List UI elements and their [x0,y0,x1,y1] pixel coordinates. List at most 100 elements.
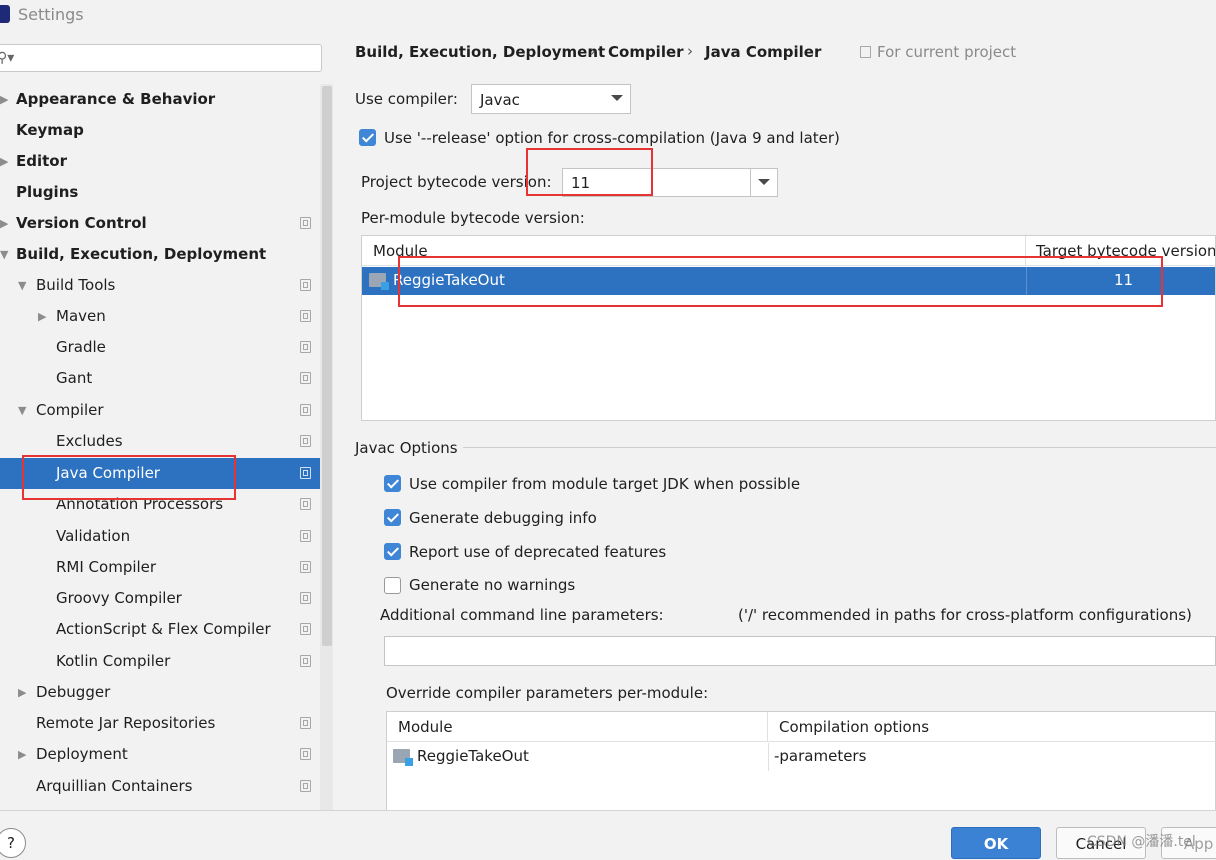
generate-no-warnings-label: Generate no warnings [409,576,576,594]
tree-item-kotlin-compiler[interactable]: Kotlin Compiler [0,646,320,677]
chevron-right-icon[interactable]: ▶ [0,208,8,239]
project-scope-icon [300,655,311,667]
table-row[interactable]: ReggieTakeOut -parameters [387,743,1215,771]
chevron-down-icon [611,95,623,101]
tree-item-deployment[interactable]: ▶ Deployment [0,739,320,770]
chevron-right-icon[interactable]: ▶ [18,677,26,708]
tree-item-remote-jar-repositories[interactable]: Remote Jar Repositories [0,708,320,739]
tree-item-gradle[interactable]: Gradle [0,332,320,363]
tree-item-build-tools[interactable]: ▼ Build Tools [0,270,320,301]
module-name: ReggieTakeOut [417,747,529,765]
project-bytecode-label: Project bytecode version: [361,173,552,191]
project-scope-icon [300,435,311,447]
ok-button[interactable]: OK [951,827,1041,859]
tree-item-build-execution-deployment[interactable]: ▼ Build, Execution, Deployment [0,239,320,270]
override-table: Module Compilation options ReggieTakeOut… [386,711,1216,811]
tree-item-groovy-compiler[interactable]: Groovy Compiler [0,583,320,614]
chevron-right-icon[interactable]: ▶ [18,739,26,770]
additional-params-input[interactable] [384,636,1216,666]
report-deprecated-label: Report use of deprecated features [409,543,667,561]
highlight-box-project-bytecode [526,148,653,196]
search-input[interactable]: ⚲▾ [0,44,322,72]
chevron-down-icon[interactable]: ▼ [0,239,8,270]
chevron-down-icon[interactable]: ▼ [18,270,26,301]
highlight-box-java-compiler [22,455,236,500]
project-scope-icon [300,748,311,760]
use-compiler-value: Javac [480,91,520,109]
report-deprecated-checkbox[interactable] [384,543,401,560]
sidebar-scrollbar-thumb[interactable] [322,86,332,646]
chevron-right-icon[interactable]: ▶ [38,301,46,332]
watermark: CSDN @潘潘.tel [1087,834,1196,850]
combo-divider [750,169,751,196]
tree-item-rmi-compiler[interactable]: RMI Compiler [0,552,320,583]
section-separator [463,447,1216,448]
app-logo-icon [0,5,10,23]
tree-item-validation[interactable]: Validation [0,521,320,552]
project-scope-icon [300,279,311,291]
column-header-module[interactable]: Module [387,712,768,742]
tree-item-appearance-behavior[interactable]: ▶ Appearance & Behavior [0,84,320,115]
window-title: Settings [18,5,84,24]
project-scope-icon [300,561,311,573]
module-compilation-options[interactable]: -parameters [774,747,866,765]
project-scope-icon [300,310,311,322]
generate-no-warnings-checkbox[interactable] [384,577,401,594]
settings-tree: ▶ Appearance & Behavior Keymap ▶ Editor … [0,84,320,810]
tree-item-actionscript-flex-compiler[interactable]: ActionScript & Flex Compiler [0,614,320,645]
chevron-down-icon[interactable]: ▼ [18,395,26,426]
additional-params-hint: ('/' recommended in paths for cross-plat… [738,606,1192,624]
additional-params-label: Additional command line parameters: [380,606,664,624]
chevron-right-icon[interactable]: ▶ [0,84,8,115]
override-params-label: Override compiler parameters per-module: [386,684,709,702]
breadcrumb-separator: › [590,42,596,60]
column-header-compilation-options[interactable]: Compilation options [768,712,1215,742]
generate-debug-info-label: Generate debugging info [409,509,597,527]
cell-divider [768,743,769,771]
breadcrumb-java-compiler: Java Compiler [705,43,822,61]
tree-item-version-control[interactable]: ▶ Version Control [0,208,320,239]
release-option-checkbox[interactable] [359,129,376,146]
breadcrumb-separator: › [687,42,693,60]
project-scope-icon [300,467,311,479]
project-scope-icon [300,717,311,729]
tree-item-compiler[interactable]: ▼ Compiler [0,395,320,426]
per-module-label: Per-module bytecode version: [361,209,585,227]
project-scope-icon [300,498,311,510]
use-module-jdk-label: Use compiler from module target JDK when… [409,475,801,493]
javac-options-title: Javac Options [355,439,458,457]
tree-item-keymap[interactable]: Keymap [0,115,320,146]
tree-item-gant[interactable]: Gant [0,363,320,394]
title-bar: Settings [0,0,1216,30]
scope-indicator: For current project [860,43,1016,61]
project-scope-icon [300,780,311,792]
project-scope-icon [300,341,311,353]
tree-item-maven[interactable]: ▶ Maven [0,301,320,332]
use-module-jdk-checkbox[interactable] [384,475,401,492]
use-compiler-label: Use compiler: [355,90,458,108]
project-scope-icon [300,530,311,542]
chevron-right-icon[interactable]: ▶ [0,146,8,177]
project-scope-icon [300,623,311,635]
project-scope-icon [300,404,311,416]
tree-item-debugger[interactable]: ▶ Debugger [0,677,320,708]
help-button[interactable]: ? [0,828,26,858]
chevron-down-icon [758,179,770,185]
module-folder-icon [393,749,413,766]
search-icon: ⚲▾ [0,50,15,66]
project-scope-icon [300,372,311,384]
generate-debug-info-checkbox[interactable] [384,509,401,526]
module-folder-icon [369,273,389,290]
use-compiler-select[interactable]: Javac [471,84,631,114]
breadcrumb-compiler: Compiler [608,43,684,61]
release-option-label: Use '--release' option for cross-compila… [384,129,840,147]
project-scope-icon [300,217,311,229]
tree-item-plugins[interactable]: Plugins [0,177,320,208]
highlight-box-module-row [398,256,1163,307]
tree-item-arquillian-containers[interactable]: Arquillian Containers [0,771,320,802]
project-scope-icon [300,592,311,604]
breadcrumb-build-execution-deployment: Build, Execution, Deployment [355,43,606,61]
tree-item-editor[interactable]: ▶ Editor [0,146,320,177]
tree-item-excludes[interactable]: Excludes [0,426,320,457]
project-scope-icon [860,46,871,58]
